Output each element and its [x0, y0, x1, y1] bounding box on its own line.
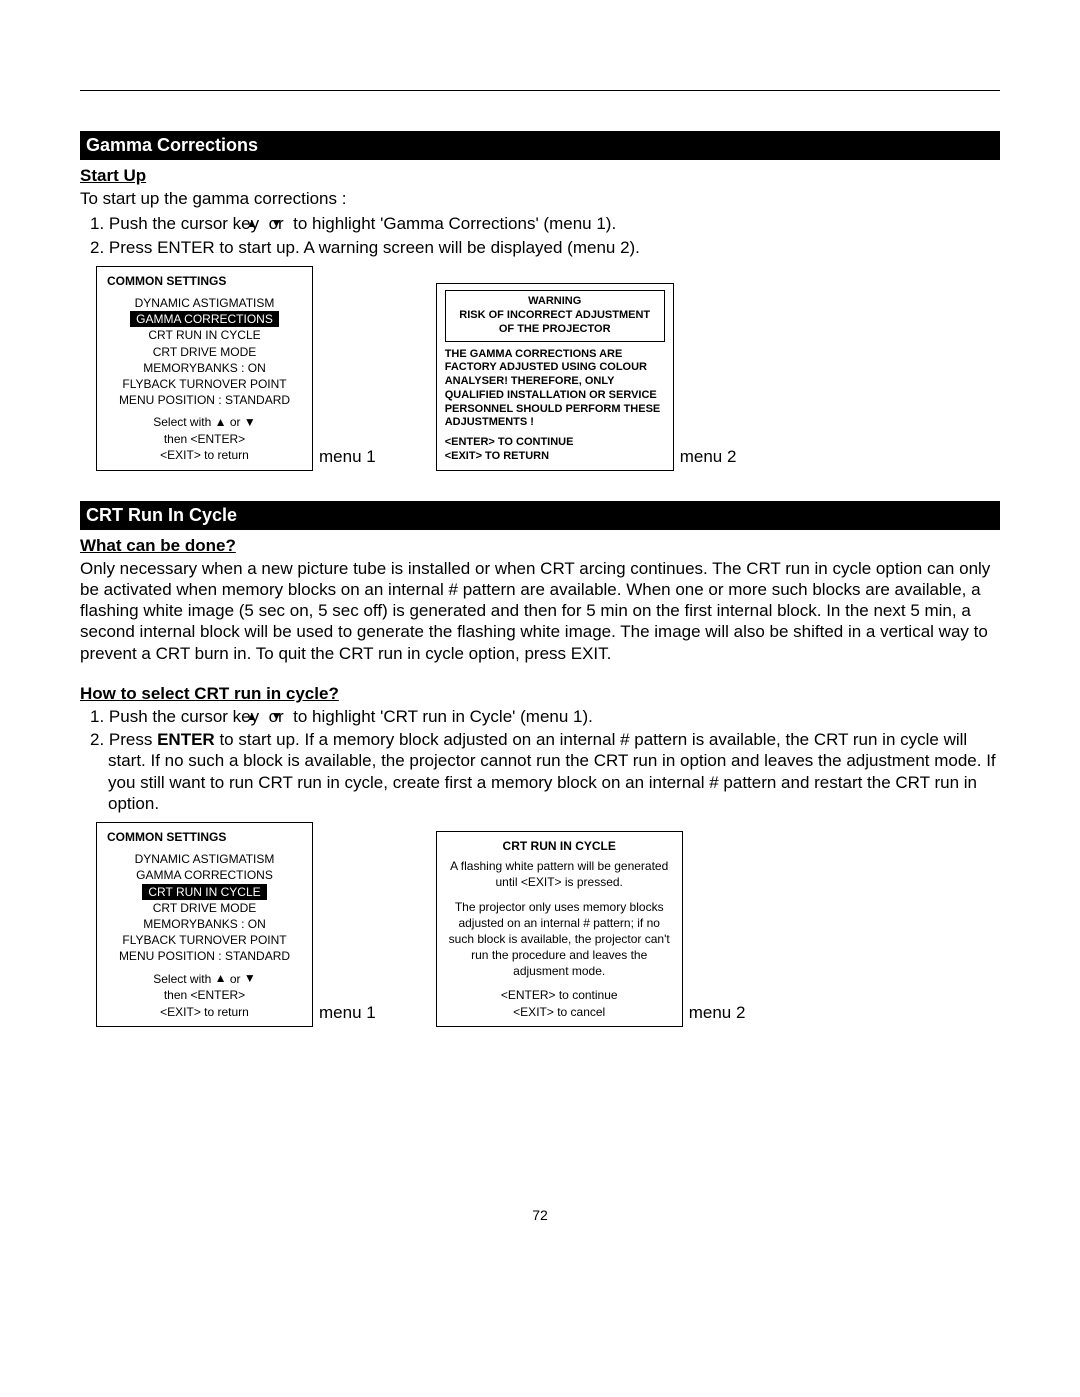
- menu-item: FLYBACK TURNOVER POINT: [107, 932, 302, 948]
- hint-pre: Select with: [153, 415, 214, 429]
- crt-enter: <ENTER> to continue: [447, 987, 672, 1003]
- warn-exit: <EXIT> TO RETURN: [445, 450, 665, 464]
- crt-paragraph: Only necessary when a new picture tube i…: [80, 558, 1000, 664]
- crt-title: CRT RUN IN CYCLE: [447, 838, 672, 854]
- crt-step-1: 1. Push the cursor key ▲ or ▼ to highlig…: [80, 706, 1000, 727]
- menu-item: MEMORYBANKS : ON: [107, 916, 302, 932]
- menu1-title: COMMON SETTINGS: [107, 273, 302, 289]
- menu-item: CRT DRIVE MODE: [107, 900, 302, 916]
- menu-item-highlighted: CRT RUN IN CYCLE: [142, 884, 266, 900]
- menu1-hint-select: Select with ▲ or ▼: [107, 414, 302, 431]
- warn-enter: <ENTER> TO CONTINUE: [445, 436, 665, 450]
- step1-prefix: 1. Push the cursor key: [90, 214, 264, 233]
- menu2-label: menu 2: [674, 447, 737, 471]
- warn-line3: OF THE PROJECTOR: [448, 323, 662, 337]
- crt-step2-a: 2. Press: [90, 730, 157, 749]
- menu1-label: menu 1: [313, 447, 376, 471]
- menu-item-highlighted: GAMMA CORRECTIONS: [130, 311, 279, 327]
- warn-line2: RISK OF INCORRECT ADJUSTMENT: [448, 309, 662, 323]
- arrow-down-icon: ▼: [244, 414, 256, 430]
- page-number: 72: [80, 1207, 1000, 1223]
- arrow-up-icon: ▲: [215, 970, 227, 986]
- menu-item: DYNAMIC ASTIGMATISM: [107, 851, 302, 867]
- subhead-start-up: Start Up: [80, 166, 1000, 186]
- menu-item: MENU POSITION : STANDARD: [107, 948, 302, 964]
- hint-mid: or: [227, 972, 244, 986]
- step1-suffix: to highlight 'Gamma Corrections' (menu 1…: [288, 214, 616, 233]
- menu-item: GAMMA CORRECTIONS: [107, 311, 302, 327]
- menu-box-crt-run-in: CRT RUN IN CYCLE A flashing white patter…: [436, 831, 683, 1027]
- menu2-title: COMMON SETTINGS: [107, 829, 302, 845]
- menu1-hint-then: then <ENTER>: [107, 431, 302, 447]
- section-heading-gamma: Gamma Corrections: [80, 131, 1000, 160]
- menu-item: CRT RUN IN CYCLE: [107, 327, 302, 343]
- crt-p2: The projector only uses memory blocks ad…: [447, 899, 672, 980]
- menu-item: CRT DRIVE MODE: [107, 344, 302, 360]
- menu-item: CRT RUN IN CYCLE: [107, 884, 302, 900]
- crt-step1-prefix: 1. Push the cursor key: [90, 707, 264, 726]
- menu-item: DYNAMIC ASTIGMATISM: [107, 295, 302, 311]
- subhead-how-to-select: How to select CRT run in cycle?: [80, 684, 1000, 704]
- crt-step1-suffix: to highlight 'CRT run in Cycle' (menu 1)…: [288, 707, 592, 726]
- menu-item: MEMORYBANKS : ON: [107, 360, 302, 376]
- crt-step2-c: to start up. If a memory block adjusted …: [108, 730, 996, 813]
- s2-menu1-label: menu 1: [313, 1003, 376, 1027]
- section-heading-crt: CRT Run In Cycle: [80, 501, 1000, 530]
- top-rule: [80, 90, 1000, 91]
- gamma-step-2: 2. Press ENTER to start up. A warning sc…: [80, 237, 1000, 258]
- gamma-intro: To start up the gamma corrections :: [80, 188, 1000, 209]
- crt-step-2: 2. Press ENTER to start up. If a memory …: [80, 729, 1000, 814]
- menu-item: FLYBACK TURNOVER POINT: [107, 376, 302, 392]
- menu2-hint-then: then <ENTER>: [107, 987, 302, 1003]
- crt-exit: <EXIT> to cancel: [447, 1004, 672, 1020]
- menu-box-common-settings-2: COMMON SETTINGS DYNAMIC ASTIGMATISMGAMMA…: [96, 822, 313, 1027]
- menu1-hint-exit: <EXIT> to return: [107, 447, 302, 463]
- gamma-step-1: 1. Push the cursor key ▲ or ▼ to highlig…: [80, 213, 1000, 234]
- warn-line1: WARNING: [448, 295, 662, 309]
- hint-pre: Select with: [153, 972, 214, 986]
- arrow-down-icon: ▼: [244, 970, 256, 986]
- s2-menu2-label: menu 2: [683, 1003, 746, 1027]
- subhead-what-can-be-done: What can be done?: [80, 536, 1000, 556]
- menu-item: GAMMA CORRECTIONS: [107, 867, 302, 883]
- hint-mid: or: [227, 415, 244, 429]
- menu2-hint-exit: <EXIT> to return: [107, 1004, 302, 1020]
- menu-box-common-settings-1: COMMON SETTINGS DYNAMIC ASTIGMATISMGAMMA…: [96, 266, 313, 471]
- warn-paragraph: THE GAMMA CORRECTIONS ARE FACTORY ADJUST…: [445, 348, 665, 431]
- crt-step2-enter: ENTER: [157, 730, 215, 749]
- menu2-hint-select: Select with ▲ or ▼: [107, 971, 302, 988]
- arrow-up-icon: ▲: [215, 414, 227, 430]
- menu-item: MENU POSITION : STANDARD: [107, 392, 302, 408]
- crt-p1: A flashing white pattern will be generat…: [447, 858, 672, 890]
- menu-box-warning: WARNING RISK OF INCORRECT ADJUSTMENT OF …: [436, 283, 674, 470]
- warning-inner-box: WARNING RISK OF INCORRECT ADJUSTMENT OF …: [445, 290, 665, 341]
